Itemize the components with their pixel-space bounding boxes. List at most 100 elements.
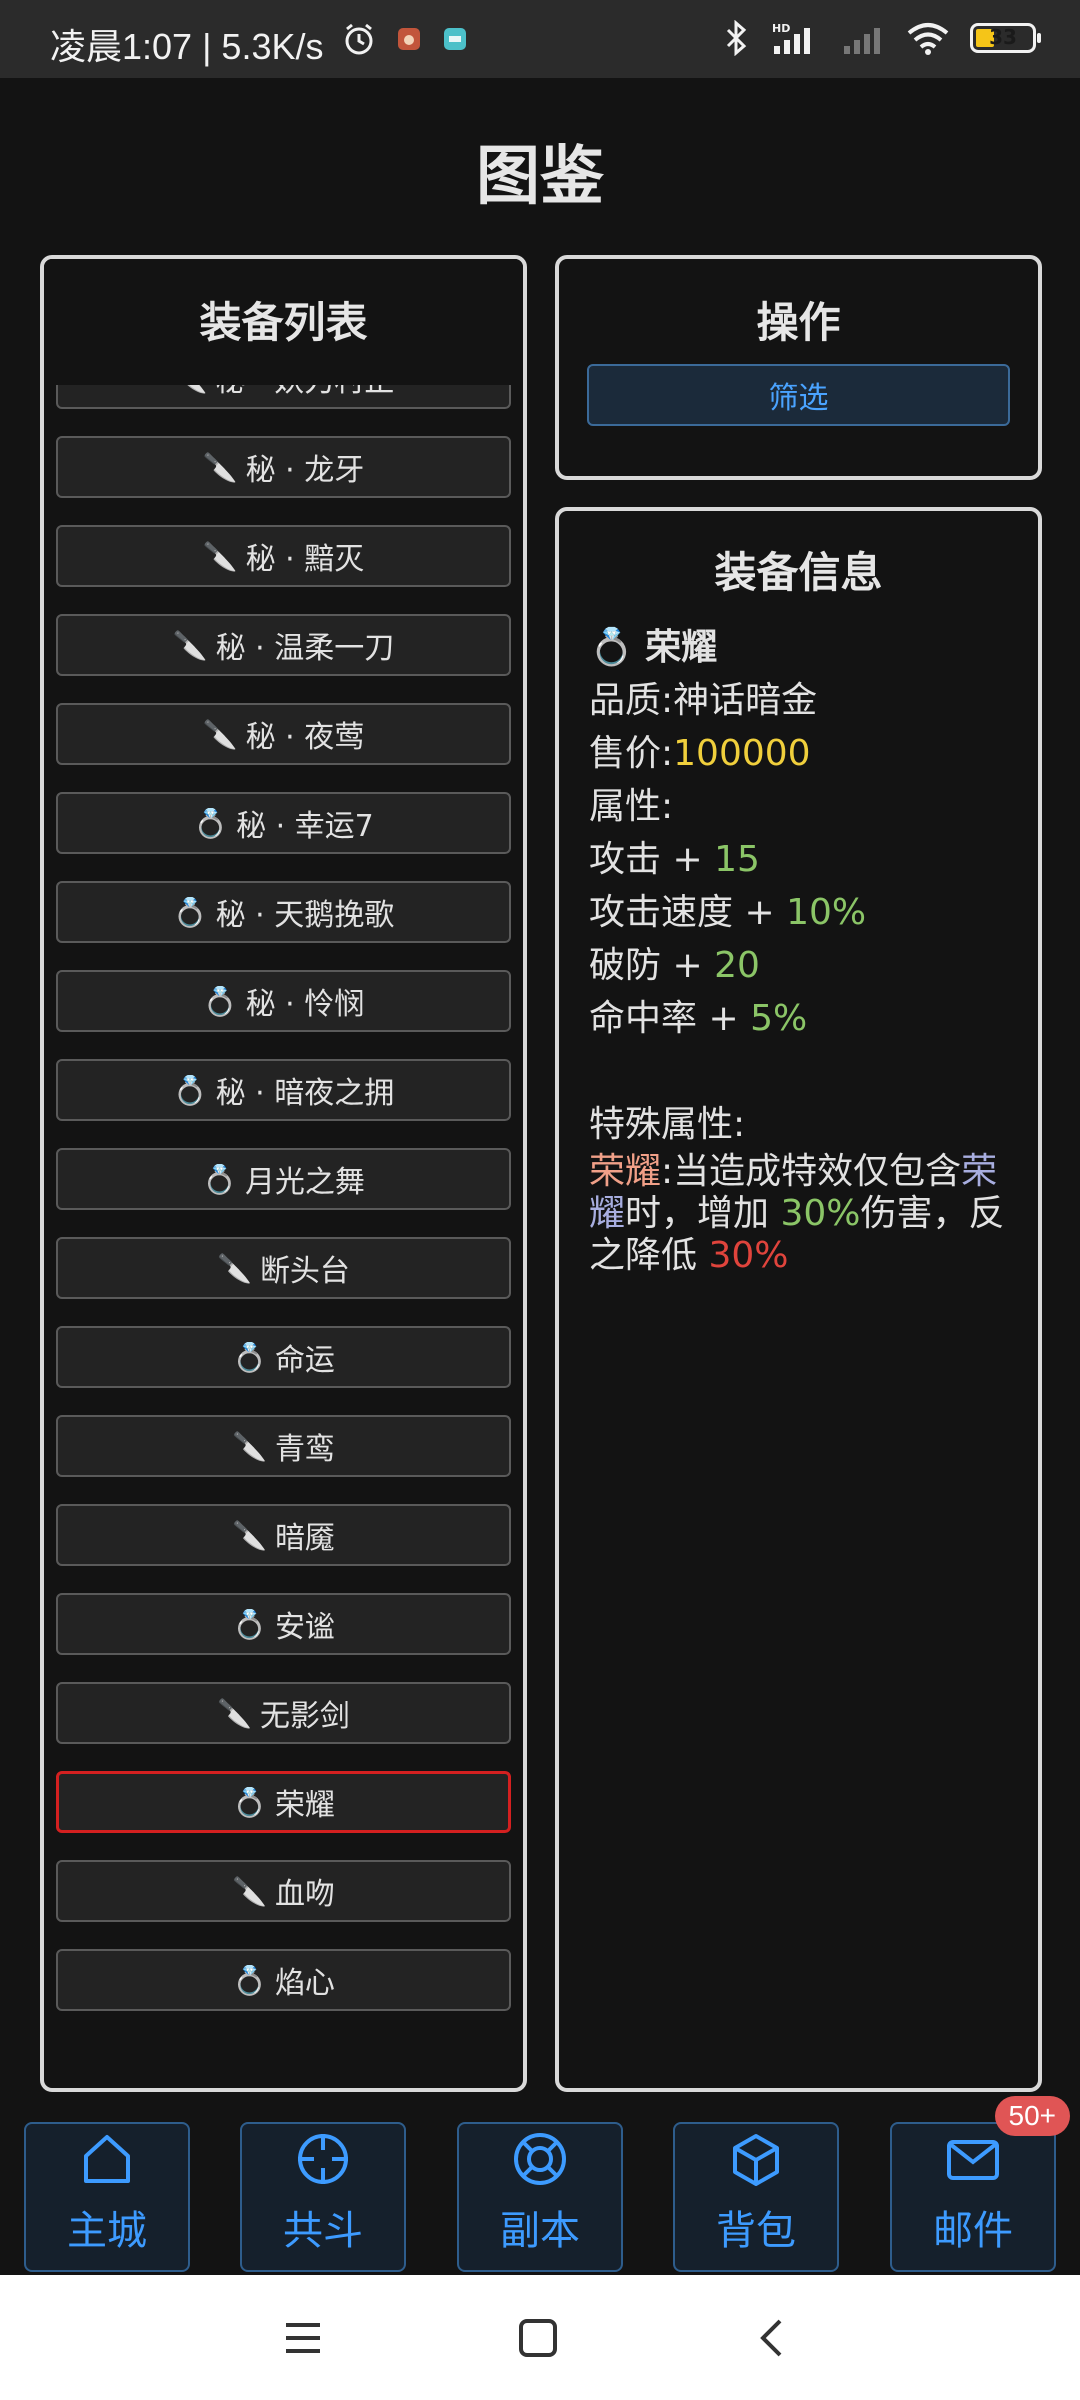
ring-icon: 💍 xyxy=(202,984,238,1018)
equipment-list-items: 🔪秘 · 妖刀村正🔪秘 · 龙牙🔪秘 · 黯灭🔪秘 · 温柔一刀🔪秘 · 夜莺💍… xyxy=(56,385,511,2038)
home-square-icon[interactable] xyxy=(513,2313,563,2363)
signal-icon xyxy=(844,28,880,54)
knife-icon: 🔪 xyxy=(217,1696,252,1730)
quality-value: 神话暗金 xyxy=(673,680,818,721)
attribute-name: 攻击 xyxy=(589,839,662,880)
special-bonus: 30% xyxy=(780,1193,861,1234)
nav-dungeon[interactable]: 副本 xyxy=(457,2122,623,2272)
equipment-info-body: 💍 荣耀 品质:神话暗金 售价:100000 属性: 攻击 + 15 攻击速度 … xyxy=(589,621,1018,1277)
equipment-list-item[interactable]: 🔪 暗魇 xyxy=(56,1504,511,1566)
status-left-icons xyxy=(342,22,468,56)
equipment-list-item[interactable]: 🔪 青鸾 xyxy=(56,1415,511,1477)
special-attributes-label: 特殊属性: xyxy=(589,1104,746,1145)
signal-hd-icon: HD xyxy=(772,22,810,54)
nav-label: 副本 xyxy=(500,2208,580,2254)
filter-button[interactable]: 筛选 xyxy=(587,364,1010,426)
equipment-list-item-label: 月光之舞 xyxy=(244,1165,365,1200)
alarm-icon xyxy=(345,23,373,55)
equipment-list-item-label: 无影剑 xyxy=(259,1699,350,1734)
equipment-list-item[interactable]: 🔪 秘 · 龙牙 xyxy=(56,436,511,498)
equipment-list-item-label: 秘 · 天鹅挽歌 xyxy=(215,898,395,933)
app-icon xyxy=(398,28,420,50)
crosshair-icon xyxy=(298,2134,348,2184)
equipment-list-item[interactable]: 💍 命运 xyxy=(56,1326,511,1388)
equipment-list-item[interactable]: 🔪 无影剑 xyxy=(56,1682,511,1744)
bluetooth-icon xyxy=(726,20,747,56)
equipment-list-item-label: 秘 · 幸运7 xyxy=(236,809,374,844)
knife-icon: 🔪 xyxy=(232,1429,267,1463)
mail-icon xyxy=(947,2140,999,2180)
attribute-name: 攻击速度 xyxy=(589,892,734,933)
nav-mail[interactable]: 邮件 50+ xyxy=(890,2096,1070,2272)
price-row: 售价:100000 xyxy=(589,727,1018,780)
svg-text:HD: HD xyxy=(772,22,790,35)
nav-label: 共斗 xyxy=(283,2208,363,2254)
bottom-nav: 主城 共斗 副本 背包 邮件 50+ xyxy=(0,2096,1080,2278)
equipment-list-item[interactable]: 💍 秘 · 暗夜之拥 xyxy=(56,1059,511,1121)
ring-icon: 💍 xyxy=(232,1340,267,1374)
equipment-list-item-label: 秘 · 妖刀村正 xyxy=(216,385,395,400)
attribute-op: + xyxy=(661,945,715,986)
equipment-list-item-label: 秘 · 暗夜之拥 xyxy=(215,1076,395,1111)
equipment-list-item[interactable]: 🔪 血吻 xyxy=(56,1860,511,1922)
battery-icon: 33 xyxy=(970,23,1041,53)
equipment-list-item-label: 安谧 xyxy=(274,1610,335,1645)
knife-icon: 🔪 xyxy=(217,1251,252,1285)
home-icon xyxy=(84,2135,130,2183)
special-attributes-text: 荣耀:当造成特效仅包含荣耀时，增加 30%伤害，反之降低 30% xyxy=(589,1151,1018,1277)
attribute-value: 5% xyxy=(750,998,808,1039)
equipment-list-item-label: 秘 · 怜悯 xyxy=(245,987,365,1022)
equipment-list[interactable]: 🔪秘 · 妖刀村正🔪秘 · 龙牙🔪秘 · 黯灭🔪秘 · 温柔一刀🔪秘 · 夜莺💍… xyxy=(56,385,511,2088)
equipment-list-item[interactable]: 🔪 断头台 xyxy=(56,1237,511,1299)
lifebuoy-icon xyxy=(514,2133,566,2185)
attribute-name: 命中率 xyxy=(589,998,698,1039)
ring-icon: 💍 xyxy=(232,1607,267,1641)
attribute-name: 破防 xyxy=(589,945,662,986)
attribute-op: + xyxy=(733,892,787,933)
system-nav-bar xyxy=(0,2275,1080,2400)
equipment-list-item[interactable]: 🔪 秘 · 温柔一刀 xyxy=(56,614,511,676)
equipment-list-item[interactable]: 💍 秘 · 怜悯 xyxy=(56,970,511,1032)
attribute-row: 破防 + 20 xyxy=(589,939,1018,992)
ring-icon: 💍 xyxy=(172,895,208,929)
attribute-value: 15 xyxy=(714,839,760,880)
ring-icon: 💍 xyxy=(232,1963,267,1997)
equipment-list-item[interactable]: 💍 秘 · 幸运7 xyxy=(56,792,511,854)
equipment-list-item-label: 荣耀 xyxy=(274,1788,335,1823)
nav-label: 主城 xyxy=(67,2208,147,2254)
nav-label: 邮件 xyxy=(933,2208,1013,2254)
knife-icon: 🔪 xyxy=(173,385,208,395)
knife-icon: 🔪 xyxy=(232,1874,267,1908)
attribute-op: + xyxy=(697,998,751,1039)
equipment-list-item[interactable]: 💍 月光之舞 xyxy=(56,1148,511,1210)
equipment-list-item-label: 血吻 xyxy=(274,1877,335,1912)
equipment-list-item[interactable]: 🔪 秘 · 夜莺 xyxy=(56,703,511,765)
equipment-list-item[interactable]: 💍 焰心 xyxy=(56,1949,511,2011)
equipment-name: 荣耀 xyxy=(645,627,718,668)
operations-panel: 操作 筛选 xyxy=(555,255,1042,480)
equipment-list-item[interactable]: 🔪 秘 · 黯灭 xyxy=(56,525,511,587)
equipment-list-item[interactable]: 🔪 秘 · 妖刀村正 xyxy=(56,385,511,409)
knife-icon: 🔪 xyxy=(202,717,238,751)
quality-row: 品质:神话暗金 xyxy=(589,674,1018,727)
ring-icon: 💍 xyxy=(172,1073,208,1107)
nav-co-op[interactable]: 共斗 xyxy=(240,2122,406,2272)
ring-icon: 💍 xyxy=(589,627,634,668)
equipment-list-item[interactable]: 💍 荣耀 xyxy=(56,1771,511,1833)
back-icon[interactable] xyxy=(748,2313,798,2363)
equipment-list-item-label: 秘 · 夜莺 xyxy=(245,720,365,755)
box-icon xyxy=(733,2134,779,2186)
operations-title: 操作 xyxy=(756,298,841,347)
equipment-list-item[interactable]: 💍 秘 · 天鹅挽歌 xyxy=(56,881,511,943)
attribute-value: 10% xyxy=(786,892,867,933)
nav-backpack[interactable]: 背包 xyxy=(673,2122,839,2272)
equipment-list-item[interactable]: 💍 安谧 xyxy=(56,1593,511,1655)
equipment-info-panel: 装备信息 💍 荣耀 品质:神话暗金 售价:100000 属性: 攻击 + 15 … xyxy=(555,507,1042,2092)
page-title: 图鉴 xyxy=(476,140,604,214)
equipment-list-title: 装备列表 xyxy=(199,298,368,347)
nav-main-city[interactable]: 主城 xyxy=(24,2122,190,2272)
attribute-op: + xyxy=(661,839,715,880)
price-value: 100000 xyxy=(673,733,811,774)
menu-icon[interactable] xyxy=(278,2313,328,2363)
knife-icon: 🔪 xyxy=(232,1518,267,1552)
